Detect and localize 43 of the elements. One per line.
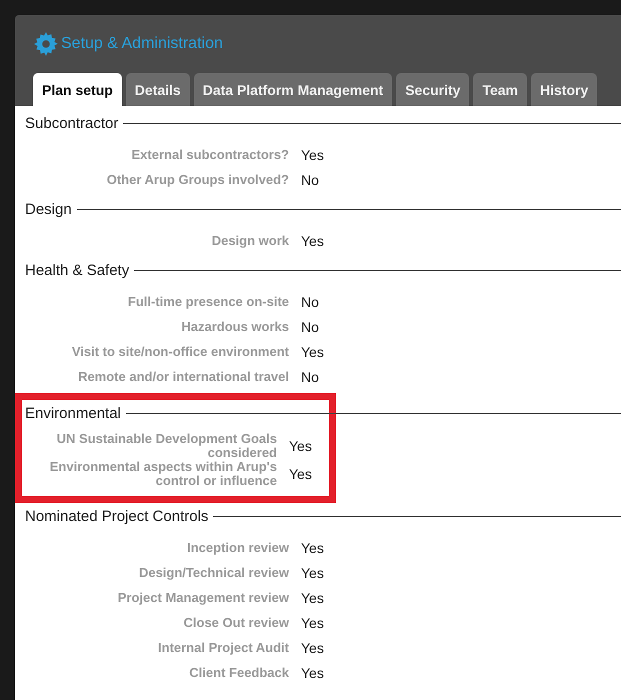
field-value: Yes <box>301 146 325 162</box>
field-value: Yes <box>301 232 325 248</box>
field-label: Design/Technical review <box>138 566 289 580</box>
field-label: Other Arup Groups involved? <box>106 172 289 186</box>
field-label: Internal Project Audit <box>157 640 289 654</box>
field-label: Visit to site/non-office environment <box>70 344 289 358</box>
field-label: UN Sustainable Development Goals considered <box>56 432 277 460</box>
page-title: Setup & Administration <box>61 35 223 53</box>
tab[interactable]: Details <box>126 73 190 106</box>
tab[interactable]: Plan setup <box>33 73 122 106</box>
section-title: Health & Safety <box>25 262 130 278</box>
tab[interactable]: Data Platform Management <box>194 73 392 106</box>
field-label: Design work <box>210 234 289 248</box>
field-label: Remote and/or international travel <box>77 370 289 384</box>
section-title: Nominated Project Controls <box>25 508 208 524</box>
field-label: Client Feedback <box>188 666 289 680</box>
field-value: No <box>301 318 320 334</box>
tab[interactable]: Security <box>396 73 470 106</box>
field-label: Inception review <box>186 540 289 554</box>
gear-icon <box>33 31 59 57</box>
field-label: Project Management review <box>116 590 289 604</box>
field-value: Yes <box>301 564 325 580</box>
field-label: External subcontractors? <box>130 148 289 162</box>
field-value: Yes <box>301 614 325 630</box>
field-value: Yes <box>301 344 325 360</box>
field-value: Yes <box>301 590 325 606</box>
section-title: Subcontractor <box>25 114 118 132</box>
field-label: Close Out review <box>182 616 289 630</box>
field-label: Hazardous works <box>180 320 289 334</box>
field-value: No <box>301 172 320 188</box>
field-value: Yes <box>301 540 325 556</box>
field-value: No <box>301 294 320 310</box>
tab[interactable]: Team <box>473 73 527 106</box>
field-value: Yes <box>301 640 325 656</box>
tab[interactable]: History <box>531 73 598 106</box>
field-value: Yes <box>289 438 313 454</box>
section-title: Design <box>25 200 72 218</box>
field-value: No <box>301 368 320 384</box>
field-label: Environmental aspects within Arup's control or influence <box>48 460 277 488</box>
section-title: Environmental <box>25 404 121 422</box>
field-value: Yes <box>301 664 325 680</box>
field-label: Full-time presence on-site <box>126 294 289 308</box>
field-value: Yes <box>289 466 313 482</box>
